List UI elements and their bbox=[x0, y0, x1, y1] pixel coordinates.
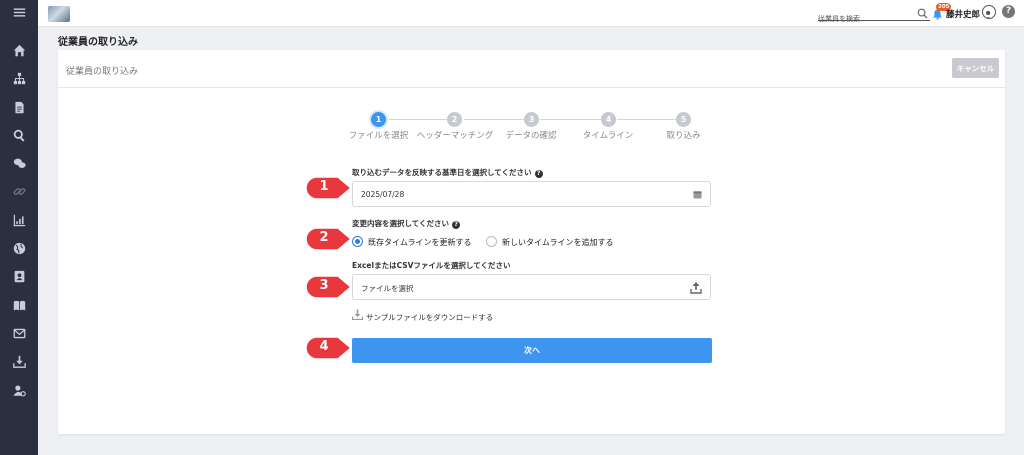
calendar-icon[interactable] bbox=[693, 190, 702, 199]
search-icon[interactable] bbox=[11, 127, 27, 143]
globe-icon[interactable] bbox=[11, 240, 27, 256]
help-icon[interactable]: ? bbox=[1002, 5, 1015, 18]
step-2-label: ヘッダーマッチング bbox=[416, 131, 494, 141]
book-icon[interactable] bbox=[11, 297, 27, 313]
document-icon[interactable] bbox=[11, 99, 27, 115]
download-sample-link[interactable]: サンプルファイルをダウンロードする bbox=[366, 312, 493, 323]
step-1-indicator: 1 bbox=[371, 112, 386, 127]
employee-search-input[interactable] bbox=[818, 12, 916, 26]
step-connector bbox=[464, 119, 524, 120]
radio-update-existing[interactable] bbox=[352, 236, 363, 247]
upload-icon[interactable] bbox=[690, 281, 702, 294]
link-icon[interactable] bbox=[11, 183, 27, 199]
step-connector bbox=[540, 119, 601, 120]
page-title: 従業員の取り込み bbox=[58, 37, 138, 48]
step-5-indicator: 5 bbox=[676, 112, 691, 127]
radio-add-new-label[interactable]: 新しいタイムラインを追加する bbox=[502, 237, 613, 248]
step-5-label: 取り込み bbox=[666, 131, 701, 141]
top-bar: 205 藤井史郎 ? bbox=[38, 0, 1024, 27]
file-picker-placeholder: ファイルを選択 bbox=[361, 284, 414, 293]
date-field[interactable]: 2025/07/28 bbox=[352, 181, 711, 207]
step-1-label: ファイルを選択 bbox=[348, 131, 409, 141]
callout-marker: 3 bbox=[304, 274, 352, 300]
callout-marker: 2 bbox=[304, 226, 352, 252]
next-button[interactable]: 次へ bbox=[352, 338, 712, 363]
contact-card-icon[interactable] bbox=[11, 268, 27, 284]
step-4-indicator: 4 bbox=[601, 112, 616, 127]
search-icon[interactable] bbox=[917, 8, 928, 19]
employee-search bbox=[818, 6, 930, 26]
step-4-label: タイムライン bbox=[582, 131, 634, 141]
callout-marker: 1 bbox=[304, 175, 352, 201]
menu-icon[interactable] bbox=[11, 4, 27, 20]
import-card: 従業員の取り込み キャンセル 1 2 3 4 5 ファイルを選択 ヘッダーマッチ… bbox=[58, 50, 1005, 434]
home-icon[interactable] bbox=[11, 42, 27, 58]
company-logo[interactable] bbox=[48, 6, 70, 22]
card-header: 従業員の取り込み キャンセル bbox=[58, 50, 1005, 88]
user-avatar-icon[interactable] bbox=[982, 5, 996, 19]
change-type-label: 変更内容を選択してください? bbox=[352, 218, 461, 229]
date-field-value: 2025/07/28 bbox=[361, 190, 405, 199]
file-field-label: ExcelまたはCSVファイルを選択してください bbox=[352, 261, 511, 270]
info-icon[interactable]: ? bbox=[534, 170, 543, 178]
date-field-label: 取り込むデータを反映する基準日を選択してください? bbox=[352, 167, 543, 178]
step-connector bbox=[617, 119, 676, 120]
card-title: 従業員の取り込み bbox=[66, 67, 139, 77]
radio-add-new[interactable] bbox=[486, 236, 497, 247]
org-chart-icon[interactable] bbox=[11, 70, 27, 86]
chart-icon[interactable] bbox=[11, 212, 27, 228]
callout-marker: 4 bbox=[304, 335, 352, 361]
user-name[interactable]: 藤井史郎 bbox=[946, 8, 980, 20]
info-icon[interactable]: ? bbox=[452, 221, 461, 229]
radio-update-existing-label[interactable]: 既存タイムラインを更新する bbox=[368, 237, 471, 248]
user-settings-icon[interactable] bbox=[11, 382, 27, 398]
mail-icon[interactable] bbox=[11, 325, 27, 341]
step-2-indicator: 2 bbox=[447, 112, 462, 127]
cancel-button[interactable]: キャンセル bbox=[952, 58, 999, 78]
file-picker[interactable]: ファイルを選択 bbox=[352, 274, 711, 300]
download-icon[interactable] bbox=[352, 309, 363, 320]
chat-icon[interactable] bbox=[11, 155, 27, 171]
step-3-label: データの確認 bbox=[505, 131, 557, 141]
step-connector bbox=[389, 119, 447, 120]
download-icon[interactable] bbox=[11, 353, 27, 369]
sidebar bbox=[0, 0, 38, 455]
step-3-indicator: 3 bbox=[524, 112, 539, 127]
